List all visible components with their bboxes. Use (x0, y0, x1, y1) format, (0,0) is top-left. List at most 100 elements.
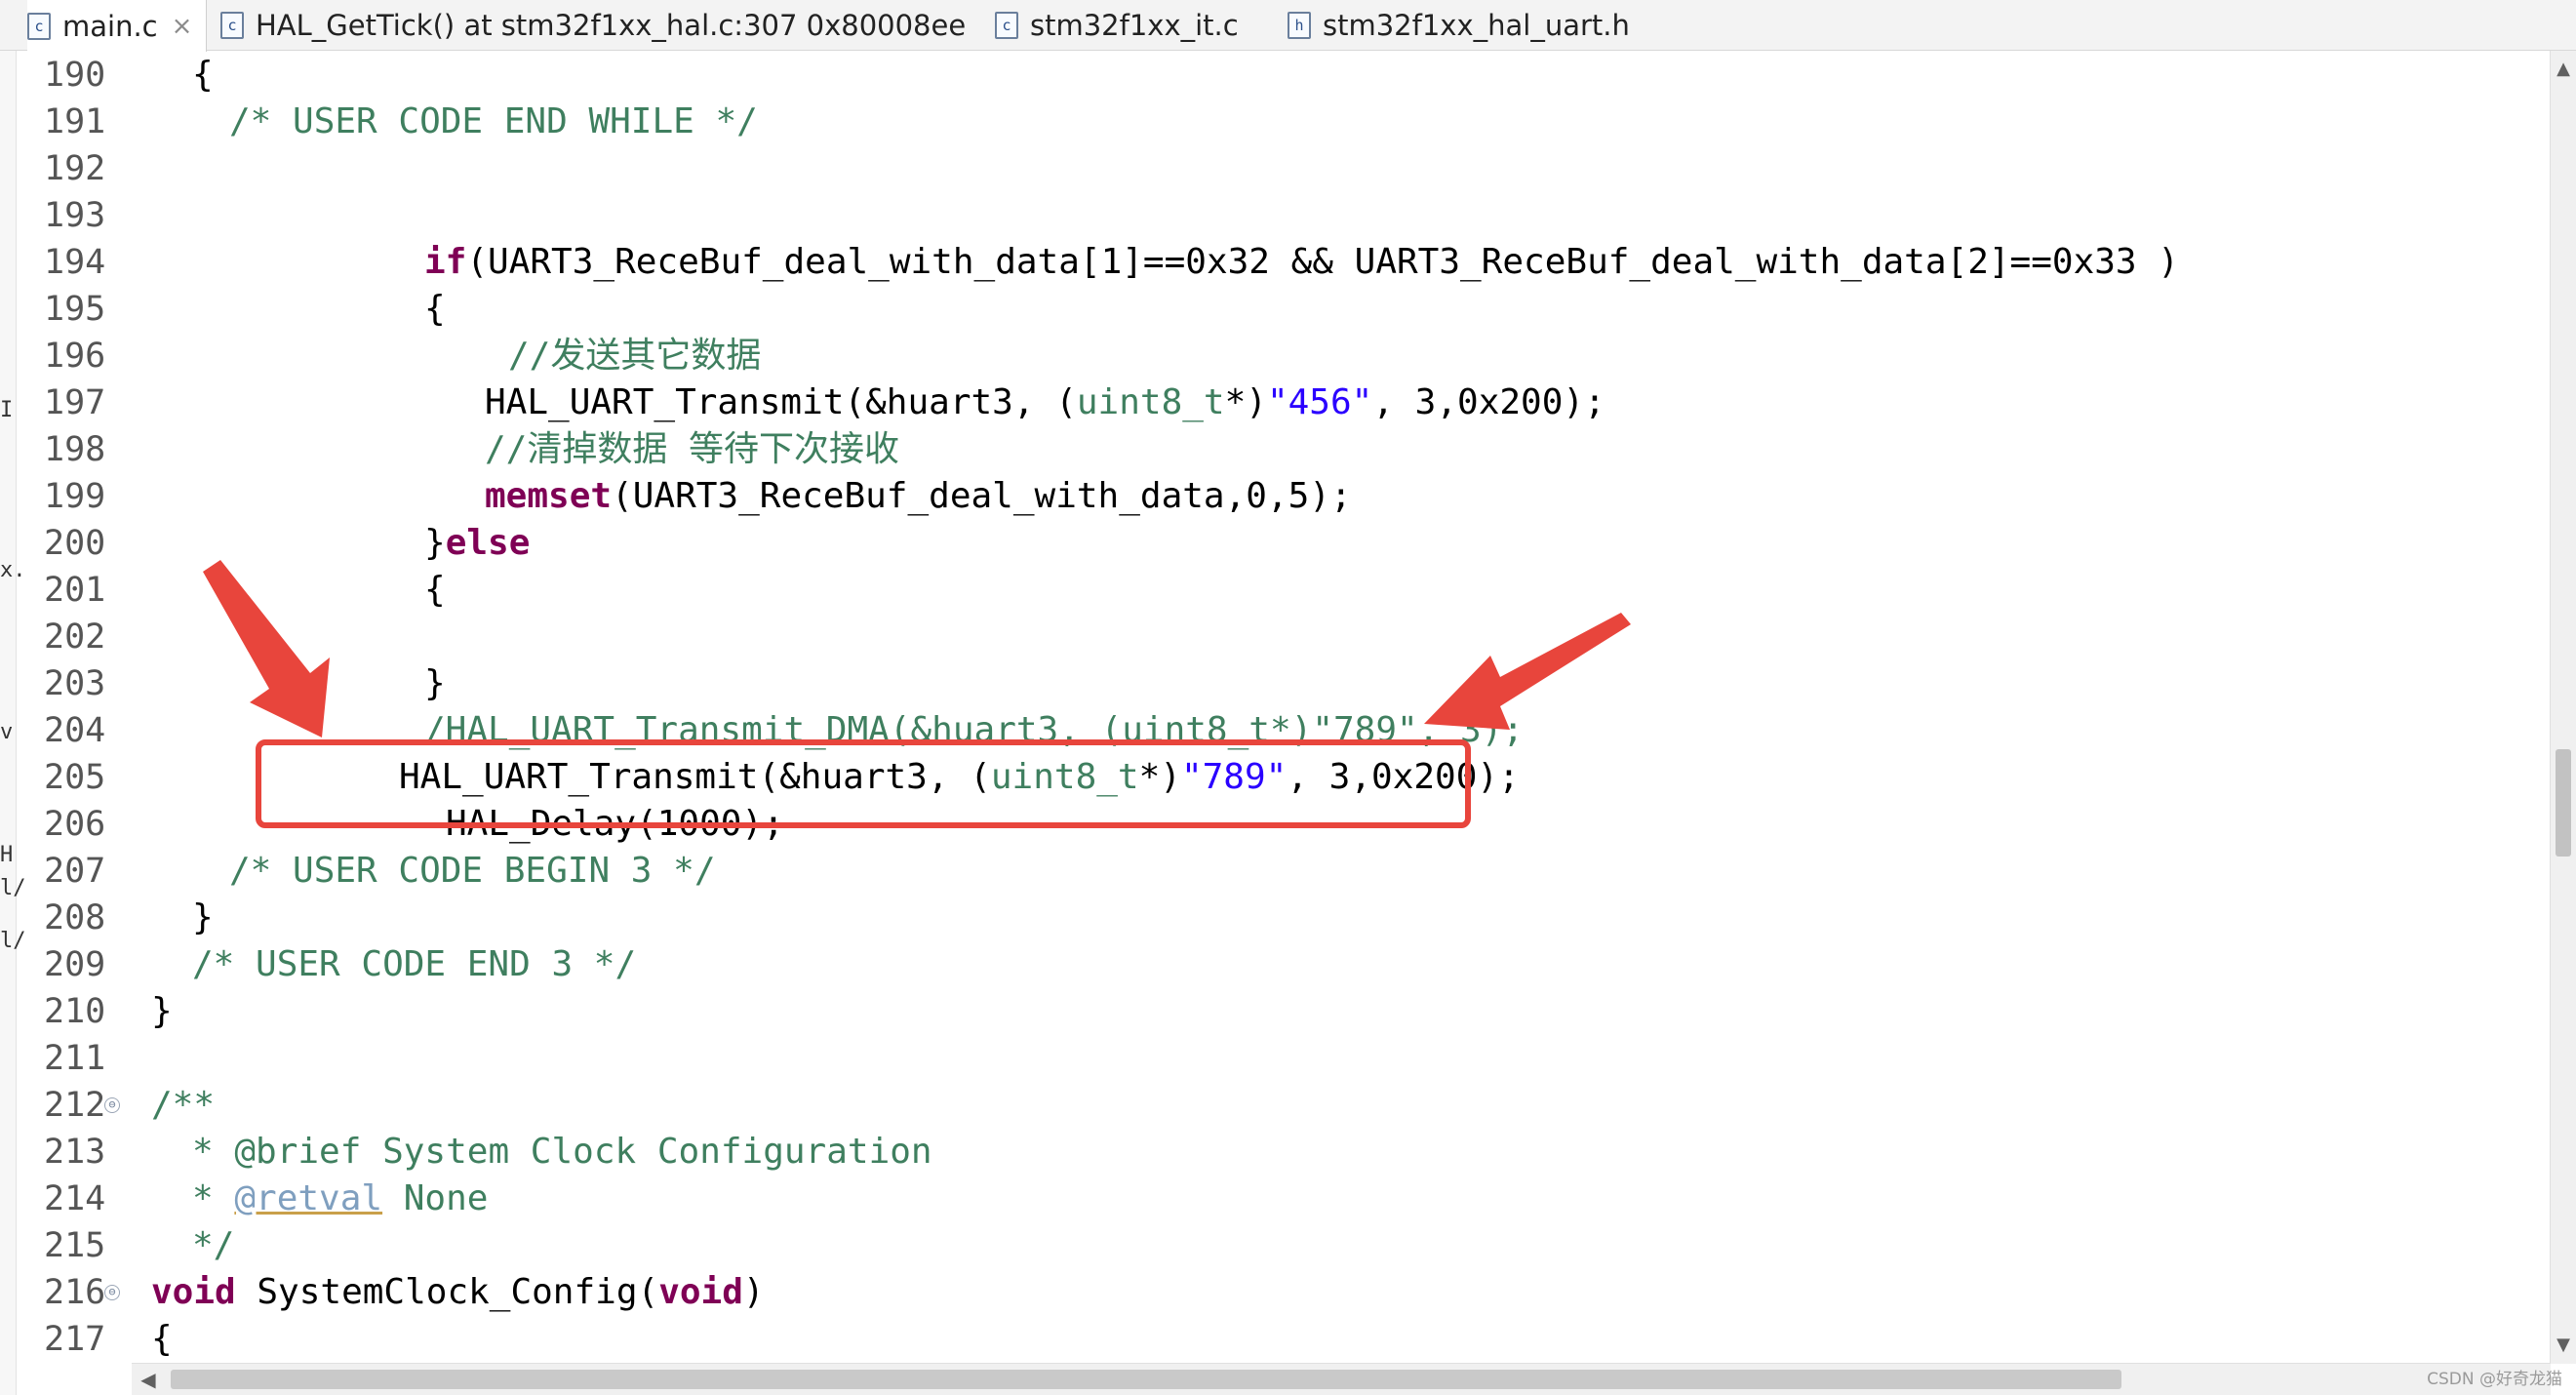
line-number: 195 (44, 290, 106, 329)
code-token: @brief (234, 1132, 362, 1172)
code-line[interactable]: 192 (17, 145, 2543, 192)
code-line[interactable]: 213 * @brief System Clock Configuration (17, 1129, 2543, 1176)
horizontal-scrollbar[interactable]: ◀ (132, 1363, 2551, 1395)
tab-main-c[interactable]: c main.c × (27, 0, 208, 52)
code-text: * @brief System Clock Configuration (192, 1129, 932, 1176)
code-text: */ (192, 1222, 234, 1269)
code-token: else (445, 523, 531, 563)
code-line[interactable]: 216 ⊖ void SystemClock_Config(void) (17, 1269, 2543, 1316)
line-number: 207 (44, 852, 106, 891)
code-line[interactable]: 214 * @retval None (17, 1176, 2543, 1222)
line-number: 209 (44, 945, 106, 984)
code-line[interactable]: 209 /* USER CODE END 3 */ (17, 941, 2543, 988)
code-token: } (151, 991, 173, 1031)
code-token: SystemClock_Config( (235, 1272, 659, 1312)
annotation-highlight-box (256, 739, 1471, 828)
close-icon[interactable]: × (172, 12, 193, 41)
code-text: memset(UART3_ReceBuf_deal_with_data,0,5)… (485, 473, 1352, 520)
line-number: 192 (44, 149, 106, 188)
code-line[interactable]: 197 HAL_UART_Transmit(&huart3, (uint8_t*)… (17, 379, 2543, 426)
code-line[interactable]: 200}else (17, 520, 2543, 567)
code-token: { (151, 1319, 173, 1359)
clipped-view-glyph: I (0, 398, 14, 422)
code-token: { (192, 55, 214, 95)
tab-label: main.c (62, 9, 158, 43)
line-number: 211 (44, 1039, 106, 1078)
code-line[interactable]: 207 /* USER CODE BEGIN 3 */ (17, 848, 2543, 895)
scroll-left-icon[interactable]: ◀ (136, 1364, 161, 1395)
line-number: 190 (44, 56, 106, 95)
code-text: /* USER CODE BEGIN 3 */ (229, 848, 716, 895)
code-text: /* USER CODE END WHILE */ (229, 99, 758, 145)
code-line[interactable]: 190 { (17, 52, 2543, 99)
code-text: }else (424, 520, 530, 567)
code-line[interactable]: 211 (17, 1035, 2543, 1082)
code-text: } (192, 895, 214, 941)
code-token: HAL_UART_Transmit(&huart3, ( (485, 382, 1077, 422)
scroll-down-icon[interactable]: ▼ (2551, 1333, 2576, 1358)
code-line[interactable]: 208} (17, 895, 2543, 941)
code-line[interactable]: 195 { (17, 286, 2543, 333)
eclipse-editor-window: c main.c × c HAL_GetTick() at stm32f1xx_… (0, 0, 2576, 1395)
code-line[interactable]: 217 { (17, 1316, 2543, 1361)
code-line[interactable]: 196 //发送其它数据 (17, 333, 2543, 379)
code-line[interactable]: 210} (17, 988, 2543, 1035)
fold-toggle-icon[interactable]: ⊖ (104, 1097, 120, 1113)
code-editor[interactable]: 190 {191 /* USER CODE END WHILE */ 192 193 19… (17, 52, 2551, 1361)
line-number: 213 (44, 1133, 106, 1172)
tab-hal-gettick[interactable]: c HAL_GetTick() at stm32f1xx_hal.c:307 0… (220, 0, 966, 51)
code-line[interactable]: 191 /* USER CODE END WHILE */ (17, 99, 2543, 145)
line-number: 197 (44, 383, 106, 422)
code-line[interactable]: 202 (17, 614, 2543, 660)
code-token: (UART3_ReceBuf_deal_with_data,0,5); (612, 476, 1352, 516)
code-token: */ (192, 1225, 235, 1265)
code-token: * (192, 1178, 235, 1218)
code-token: (UART3_ReceBuf_deal_with_data[1]==0x32 &… (466, 242, 2179, 282)
code-line[interactable]: 203} (17, 660, 2543, 707)
c-file-icon: c (27, 12, 51, 40)
vertical-scrollbar[interactable]: ▲ ▼ (2550, 51, 2576, 1364)
code-token: *) (1224, 382, 1267, 422)
code-line[interactable]: 199 memset(UART3_ReceBuf_deal_with_data,0… (17, 473, 2543, 520)
line-number: 205 (44, 758, 106, 797)
line-number: 191 (44, 102, 106, 141)
horizontal-scroll-thumb[interactable] (171, 1370, 2121, 1389)
code-text: * @retval None (192, 1176, 488, 1222)
code-line[interactable]: 193 (17, 192, 2543, 239)
editor-tab-bar: c main.c × c HAL_GetTick() at stm32f1xx_… (0, 0, 2576, 52)
code-token: @retval (234, 1178, 383, 1218)
vertical-scroll-thumb[interactable] (2556, 749, 2571, 857)
code-text: } (151, 988, 173, 1035)
line-number: 215 (44, 1226, 106, 1265)
line-number: 212 (44, 1086, 106, 1125)
line-number: 199 (44, 477, 106, 516)
clipped-view-glyph: v (0, 720, 14, 744)
line-number: 208 (44, 898, 106, 937)
code-text: if(UART3_ReceBuf_deal_with_data[1]==0x32… (424, 239, 2179, 286)
code-token: "456" (1266, 382, 1373, 422)
code-token: /* USER CODE END WHILE */ (229, 101, 758, 141)
code-token: ) (742, 1272, 765, 1312)
clipped-view-glyph: H (0, 843, 14, 867)
code-token: , 3,0x200); (1372, 382, 1605, 422)
code-token: uint8_t (1076, 382, 1225, 422)
scroll-up-icon[interactable]: ▲ (2551, 57, 2576, 82)
code-line[interactable]: 198 //清掉数据 等待下次接收 (17, 426, 2543, 473)
tab-stm32f1xx-it-c[interactable]: c stm32f1xx_it.c (995, 0, 1239, 51)
code-text: void SystemClock_Config(void) (151, 1269, 765, 1316)
code-line[interactable]: 194 if(UART3_ReceBuf_deal_with_data[1]==0… (17, 239, 2543, 286)
code-token: //发送其它数据 (508, 336, 762, 376)
code-token: } (424, 663, 446, 703)
line-number: 193 (44, 196, 106, 235)
code-line[interactable]: 215 */ (17, 1222, 2543, 1269)
line-number: 198 (44, 430, 106, 469)
code-line[interactable]: 212 ⊖ /** (17, 1082, 2543, 1129)
fold-toggle-icon[interactable]: ⊖ (104, 1285, 120, 1300)
tab-stm32f1xx-hal-uart-h[interactable]: h stm32f1xx_hal_uart.h (1288, 0, 1630, 51)
code-token: None (382, 1178, 489, 1218)
code-text: { (192, 52, 214, 99)
code-text: /* USER CODE END 3 */ (192, 941, 636, 988)
code-text: { (424, 567, 446, 614)
left-view-edge: Ix. v Hl/l/ (0, 51, 26, 1395)
code-line[interactable]: 201 { (17, 567, 2543, 614)
